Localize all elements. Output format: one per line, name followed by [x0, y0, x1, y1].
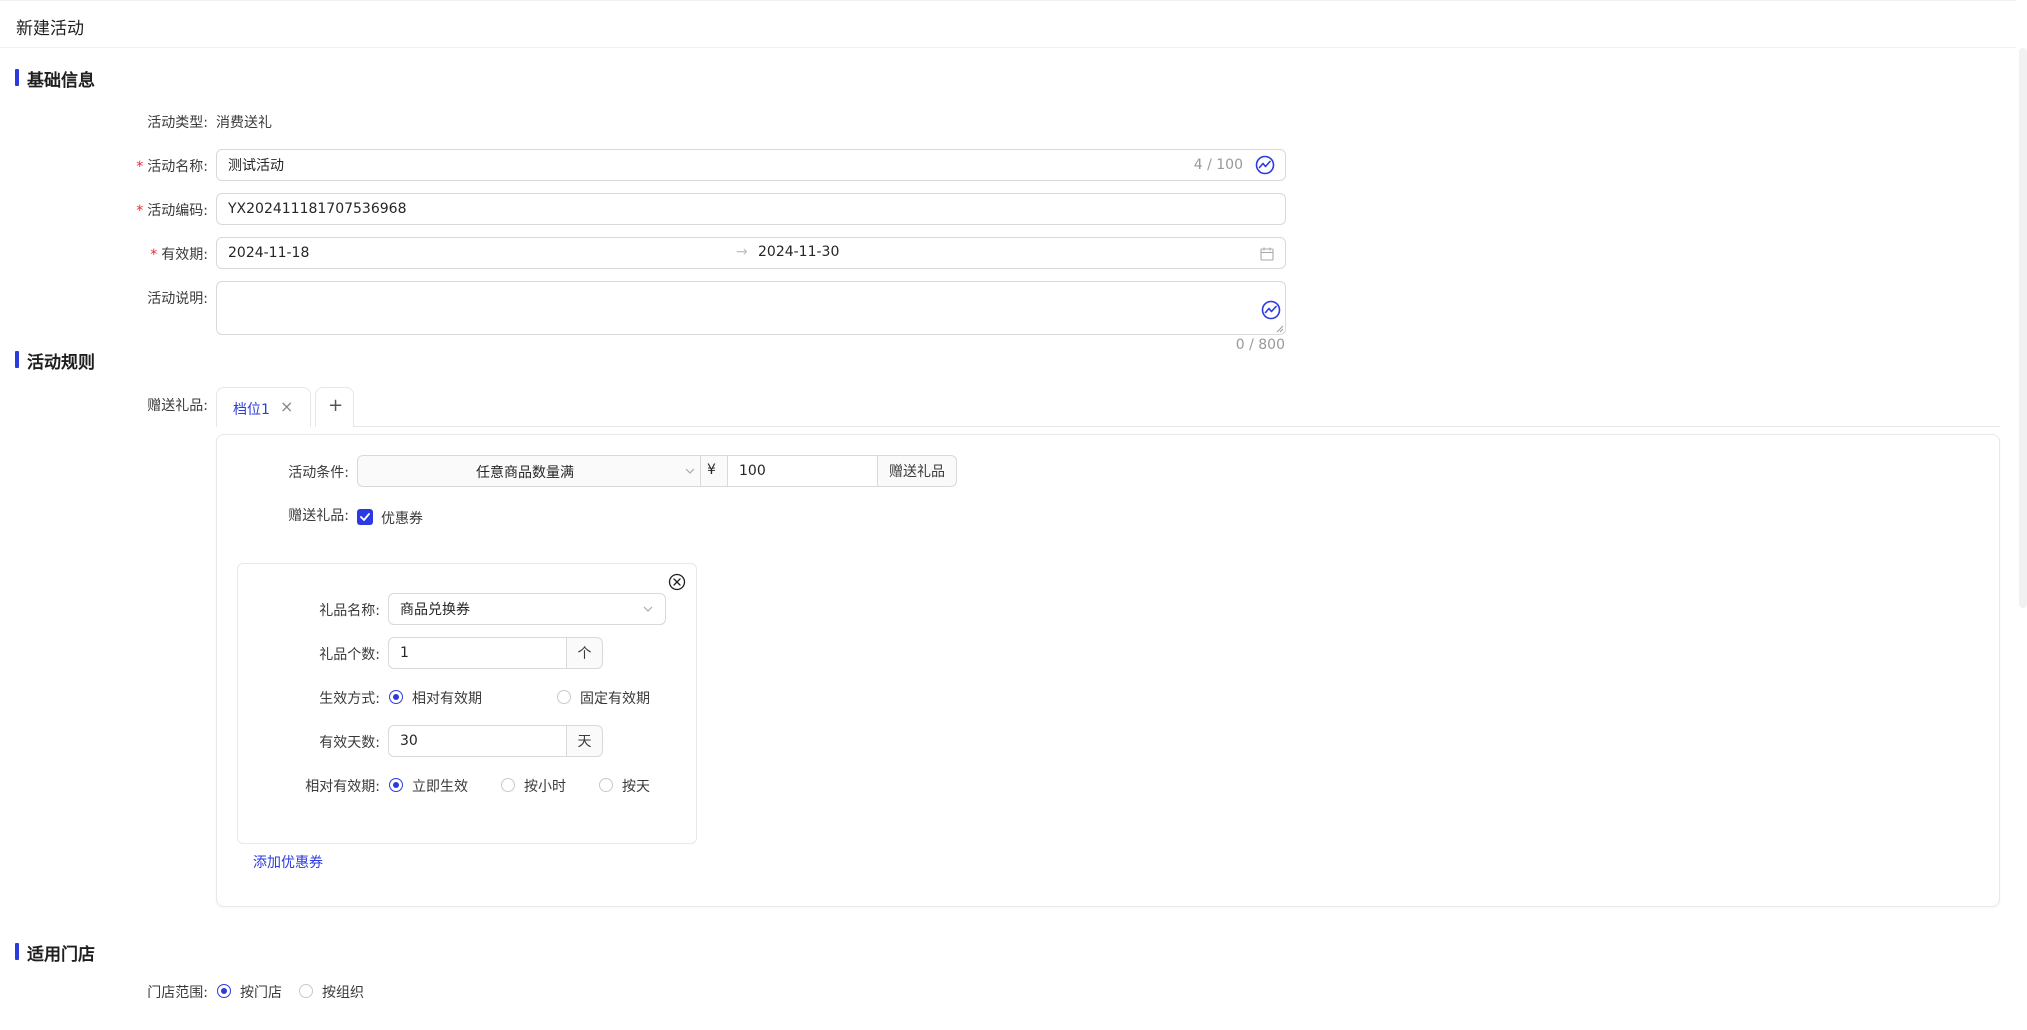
currency-prefix: ¥ — [701, 455, 727, 487]
effect-fixed-label[interactable]: 固定有效期 — [580, 688, 650, 708]
condition-suffix: 赠送礼品 — [877, 455, 957, 487]
relative-hour-radio[interactable] — [501, 778, 515, 792]
scope-by-store-radio[interactable] — [217, 984, 231, 998]
check-icon — [360, 513, 370, 521]
scope-by-org-radio[interactable] — [299, 984, 313, 998]
chevron-down-icon — [685, 468, 695, 474]
calendar-icon[interactable] — [1260, 247, 1274, 261]
relative-immediate-radio[interactable] — [389, 778, 403, 792]
activity-desc-counter: 0 / 800 — [1235, 337, 1285, 353]
range-arrow-icon: → — [736, 244, 748, 260]
tab-divider — [354, 426, 2000, 427]
valid-days-input[interactable]: 30 — [388, 725, 567, 757]
page-title: 新建活动 — [16, 19, 84, 39]
activity-code-value: YX202411181707536968 — [228, 201, 407, 217]
activity-desc-textarea[interactable] — [216, 281, 1286, 335]
scrollbar[interactable] — [2019, 48, 2027, 608]
relative-period-label: 相对有效期: — [305, 779, 380, 795]
required-mark: * — [150, 247, 158, 263]
validity-period-label: * 有效期: — [150, 247, 208, 263]
valid-days-label: 有效天数: — [319, 735, 380, 751]
period-start-date[interactable]: 2024-11-18 — [228, 245, 309, 261]
valid-days-value: 30 — [400, 733, 418, 749]
activity-type-label: 活动类型: — [147, 115, 208, 131]
resize-handle-icon[interactable] — [1276, 325, 1284, 333]
add-tab-button[interactable]: + — [315, 387, 354, 427]
valid-days-unit: 天 — [566, 725, 603, 757]
condition-amount-value: 100 — [739, 463, 766, 479]
activity-name-input[interactable]: 测试活动 4 / 100 — [216, 149, 1286, 181]
activity-code-label: * 活动编码: — [136, 203, 208, 219]
ai-assist-icon[interactable] — [1261, 300, 1281, 320]
activity-name-label: * 活动名称: — [136, 159, 208, 175]
relative-hour-label[interactable]: 按小时 — [524, 776, 566, 796]
activity-name-value: 测试活动 — [228, 158, 284, 174]
plus-icon: + — [328, 395, 344, 416]
activity-desc-label: 活动说明: — [147, 291, 208, 307]
coupon-name-select[interactable]: 商品兑换券 — [388, 593, 666, 625]
tab-tier-1[interactable]: 档位1 × — [216, 387, 311, 427]
coupon-name-label: 礼品名称: — [319, 603, 380, 619]
gift-type-label: 赠送礼品: — [288, 508, 349, 524]
add-coupon-link[interactable]: 添加优惠券 — [253, 852, 323, 872]
required-mark: * — [136, 159, 144, 175]
close-circle-icon[interactable] — [668, 573, 686, 591]
store-scope-label: 门店范围: — [147, 985, 208, 1001]
currency-symbol: ¥ — [707, 462, 716, 478]
section-title-stores: 适用门店 — [27, 945, 95, 965]
coupon-count-value: 1 — [400, 645, 409, 661]
effect-mode-label: 生效方式: — [319, 691, 380, 707]
condition-type-select[interactable]: 任意商品数量满 — [357, 455, 701, 487]
relative-immediate-label[interactable]: 立即生效 — [412, 776, 468, 796]
required-mark: * — [136, 203, 144, 219]
activity-type-value: 消费送礼 — [216, 115, 272, 131]
section-title-basic: 基础信息 — [27, 71, 95, 91]
period-end-date[interactable]: 2024-11-30 — [758, 244, 839, 260]
activity-name-counter: 4 / 100 — [1193, 157, 1243, 173]
close-icon[interactable]: × — [280, 397, 293, 416]
coupon-count-unit: 个 — [566, 637, 603, 669]
gift-label: 赠送礼品: — [147, 398, 208, 414]
scope-by-store-label[interactable]: 按门店 — [240, 982, 282, 1002]
effect-fixed-radio[interactable] — [557, 690, 571, 704]
coupon-checkbox-label[interactable]: 优惠券 — [381, 508, 423, 528]
chevron-down-icon — [643, 606, 653, 612]
condition-label: 活动条件: — [288, 465, 349, 481]
activity-code-input[interactable]: YX202411181707536968 — [216, 193, 1286, 225]
section-marker — [15, 69, 19, 86]
relative-day-label[interactable]: 按天 — [622, 776, 650, 796]
condition-amount-input[interactable]: 100 — [727, 455, 878, 487]
section-marker — [15, 351, 19, 368]
relative-day-radio[interactable] — [599, 778, 613, 792]
coupon-count-input[interactable]: 1 — [388, 637, 567, 669]
coupon-name-value: 商品兑换券 — [400, 602, 470, 618]
coupon-checkbox[interactable] — [357, 509, 373, 525]
page-header: 新建活动 — [0, 0, 2016, 48]
section-marker — [15, 943, 19, 960]
tab-tier-1-label: 档位1 — [233, 402, 270, 418]
effect-relative-label[interactable]: 相对有效期 — [412, 688, 482, 708]
validity-period-range[interactable]: 2024-11-18 → 2024-11-30 — [216, 237, 1286, 269]
condition-type-value: 任意商品数量满 — [476, 465, 574, 481]
section-title-rules: 活动规则 — [27, 353, 95, 373]
coupon-count-label: 礼品个数: — [319, 647, 380, 663]
scope-by-org-label[interactable]: 按组织 — [322, 982, 364, 1002]
effect-relative-radio[interactable] — [389, 690, 403, 704]
ai-assist-icon[interactable] — [1255, 155, 1275, 175]
